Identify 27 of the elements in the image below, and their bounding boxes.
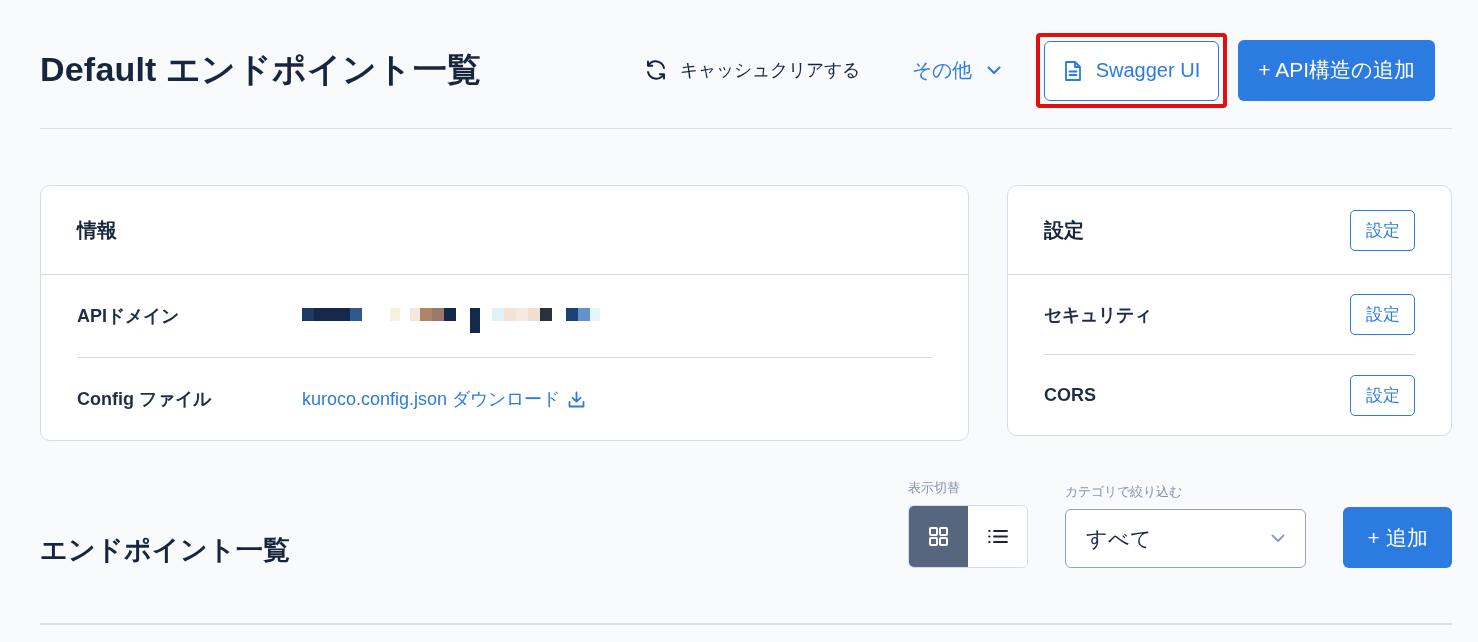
- more-menu-button[interactable]: その他: [911, 56, 1001, 84]
- settings-button[interactable]: 設定: [1350, 294, 1415, 335]
- grid-view-icon: [929, 527, 948, 546]
- swagger-button[interactable]: Swagger UI: [1043, 40, 1220, 101]
- setting-label: セキュリティ: [1044, 303, 1152, 327]
- add-button[interactable]: + 追加: [1343, 507, 1452, 568]
- field-label: Config ファイル: [77, 388, 213, 411]
- card-title: 設定: [1044, 217, 1084, 243]
- document-icon: [1063, 59, 1082, 82]
- add-api-button[interactable]: + API構造の追加: [1238, 39, 1435, 101]
- caret-icon: [986, 65, 1001, 75]
- field-label: APIドメイン: [77, 305, 180, 328]
- field-label: 表示切替: [908, 479, 961, 497]
- section-title: エンドポイント一覧: [40, 534, 290, 567]
- category-select[interactable]: すべて: [1065, 509, 1306, 568]
- field-label: カテゴリで絞り込む: [1065, 483, 1183, 501]
- clear-cache-button[interactable]: キャッシュクリアする: [643, 58, 860, 82]
- setting-label: CORS: [1044, 384, 1096, 406]
- settings-button[interactable]: 設定: [1350, 209, 1415, 251]
- grid-view-button[interactable]: [909, 506, 968, 567]
- download-link[interactable]: kuroco.config.json ダウンロード: [302, 387, 586, 411]
- download-icon: [568, 390, 586, 408]
- chevron-down-icon: [1271, 534, 1285, 543]
- card-title: 情報: [77, 217, 117, 243]
- list-view-icon: [987, 529, 1008, 544]
- page-title: Default エンドポイント一覧: [40, 49, 482, 90]
- settings-button[interactable]: 設定: [1350, 374, 1415, 416]
